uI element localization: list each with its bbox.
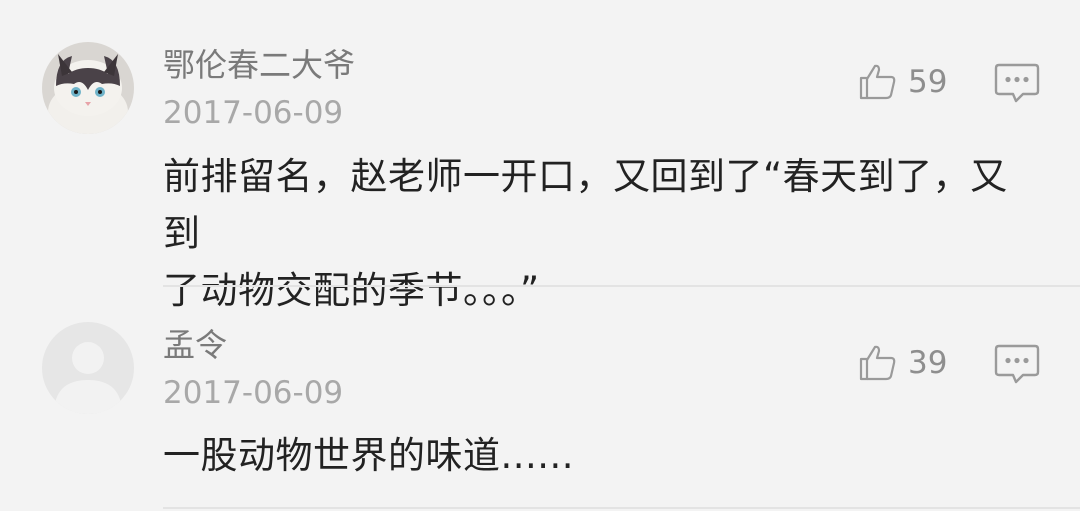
reply-button[interactable] [994,343,1040,385]
comment-divider [163,507,1080,509]
like-button[interactable]: 39 [858,341,947,385]
comment-date: 2017-06-09 [163,375,344,411]
comment-text-line: 一股动物世界的味道...... [163,434,575,477]
thumbs-up-icon [859,64,896,100]
comment-bubble-icon [994,63,1040,103]
like-count: 39 [908,345,948,381]
comment-date: 2017-06-09 [163,95,344,131]
user-avatar[interactable] [42,322,134,414]
default-avatar-icon [42,322,134,414]
user-avatar[interactable] [42,42,134,134]
comment-bubble-icon [994,344,1040,384]
comment-username[interactable]: 鄂伦春二大爷 [163,45,355,85]
comment-text: 一股动物世界的味道...... [163,427,1043,484]
like-count: 59 [908,64,948,100]
thumbs-up-icon [859,345,896,381]
comment-item: 鄂伦春二大爷 2017-06-09 59 前排留名，赵老师一开口，又回到了“春天… [0,0,1080,312]
reply-button[interactable] [994,62,1040,104]
cat-avatar-icon [42,42,134,134]
comment-text-line: 前排留名，赵老师一开口，又回到了“春天到了，又到 [163,155,1008,255]
comment-username[interactable]: 孟令 [163,325,227,365]
like-button[interactable]: 59 [858,60,947,104]
comment-item: 孟令 2017-06-09 39 一股动物世界的味道...... [0,287,1080,509]
